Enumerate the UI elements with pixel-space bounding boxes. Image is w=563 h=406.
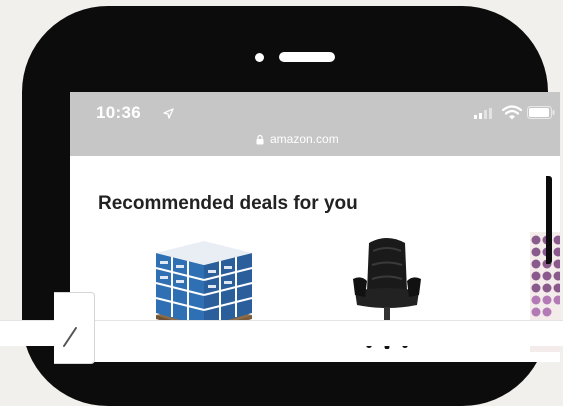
- chevron-left-icon: [63, 327, 77, 347]
- lock-icon: [256, 134, 264, 144]
- phone-side-button: [546, 176, 552, 264]
- carousel-previous-button[interactable]: [54, 292, 95, 364]
- status-time: 10:36: [96, 103, 141, 122]
- address-url[interactable]: amazon.com: [270, 132, 339, 146]
- deal-item-paper[interactable]: [148, 239, 260, 333]
- phone-frame: 10:36 amazon.com Recommended deals for y…: [22, 6, 560, 406]
- section-title: Recommended deals for you: [98, 193, 358, 214]
- status-bar: 10:36 amazon.com: [70, 92, 560, 156]
- front-camera: [255, 53, 264, 62]
- paper-cases-image: [155, 241, 253, 333]
- battery-icon: [527, 106, 555, 119]
- wifi-icon: [502, 105, 522, 120]
- address-bar[interactable]: amazon.com: [256, 131, 339, 147]
- location-arrow-icon: [163, 108, 174, 119]
- cellular-signal-icon: [474, 108, 492, 119]
- earpiece-speaker: [279, 52, 335, 62]
